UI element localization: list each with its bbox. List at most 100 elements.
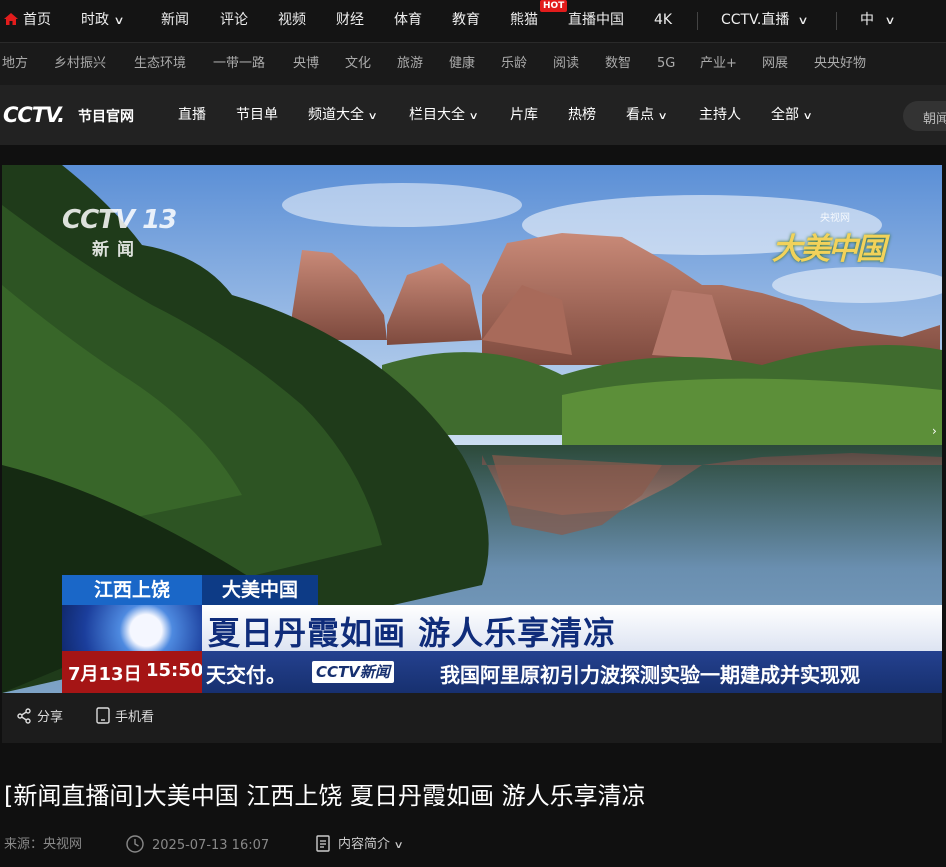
video-headline: 夏日丹霞如画 游人乐享清凉	[208, 614, 617, 652]
subnav-item[interactable]: 网展	[762, 43, 788, 85]
hot-badge: HOT	[540, 0, 568, 12]
brand-nav-hot[interactable]: 热榜	[568, 85, 596, 145]
content-intro-label: 内容简介	[338, 837, 391, 852]
nav-item-label: 首页	[23, 12, 51, 28]
chevron-down-icon: ∨	[367, 111, 378, 122]
brand-nav-all[interactable]: 全部 ∨	[771, 85, 813, 147]
source-label: 来源：央视网	[4, 837, 83, 852]
chevron-down-icon: ∨	[113, 14, 125, 27]
nav-item-cctv-live[interactable]: CCTV.直播 ∨	[721, 0, 810, 42]
ticker-text-left: 天交付。	[206, 663, 286, 687]
chevron-down-icon: ∨	[802, 111, 813, 122]
nav-item-label: 时政	[81, 12, 109, 28]
share-icon	[17, 708, 31, 724]
nav-item-panda[interactable]: 熊猫	[510, 0, 538, 42]
subnav-item[interactable]: 旅游	[397, 43, 423, 85]
publish-time: 2025-07-13 16:07	[126, 835, 269, 856]
document-icon	[316, 835, 330, 852]
channel-watermark-logo: CCTV 13	[62, 205, 177, 235]
page-title: [新闻直播间]大美中国 江西上饶 夏日丹霞如画 游人乐享清凉	[4, 782, 646, 810]
content-intro-toggle[interactable]: 内容简介 ∨	[316, 835, 404, 856]
language-switch[interactable]: 中 ∨	[860, 0, 896, 42]
nav-item-finance[interactable]: 财经	[336, 0, 364, 42]
brand-nav-schedule[interactable]: 节目单	[236, 85, 278, 145]
chevron-down-icon: ∨	[797, 14, 810, 27]
nav-item-home[interactable]: 首页	[4, 0, 51, 42]
home-icon	[4, 13, 18, 25]
nav-item-comment[interactable]: 评论	[220, 0, 248, 42]
nav-item-live-china[interactable]: 直播中国	[568, 0, 624, 42]
subnav-item[interactable]: 数智	[605, 43, 631, 85]
subnav-item[interactable]: 5G	[657, 43, 675, 85]
nav-item-video[interactable]: 视频	[278, 0, 306, 42]
site-watermark: 央视网	[820, 213, 850, 224]
brand-nav-label: 频道大全	[308, 107, 364, 123]
brand-nav-label: 全部	[771, 107, 799, 123]
clock-box: 7月13日 15:50	[62, 651, 204, 693]
news-lower-third: 江西上饶 大美中国 夏日丹霞如画 游人乐享清凉 7月13日 15:50 天交付。…	[62, 575, 942, 693]
nav-item-sports[interactable]: 体育	[394, 0, 422, 42]
subnav-item[interactable]: 健康	[449, 43, 475, 85]
subnav-item[interactable]: 一带一路	[213, 43, 265, 85]
clock-icon	[126, 835, 144, 853]
top-nav: 首页 时政 ∨ 新闻 评论 视频 财经 体育 教育 熊猫 HOT 直播中国 4K …	[0, 0, 946, 43]
subnav-item[interactable]: 乐龄	[501, 43, 527, 85]
video-player: CCTV 13 新闻 央视网 大美中国 › 江西上饶 大美中国 夏日丹霞如画 游…	[2, 165, 942, 743]
nav-item-label: CCTV.直播	[721, 12, 790, 28]
location-tag: 江西上饶	[62, 575, 202, 605]
headline-bar: 夏日丹霞如画 游人乐享清凉	[202, 605, 942, 652]
search-input[interactable]: 朝闻	[903, 101, 946, 131]
nav-item-education[interactable]: 教育	[452, 0, 480, 42]
subnav-item[interactable]: 央央好物	[814, 43, 866, 85]
nav-item-4k[interactable]: 4K	[654, 0, 672, 42]
subnav-item[interactable]: 阅读	[553, 43, 579, 85]
brand-nav-highlights[interactable]: 看点 ∨	[626, 85, 668, 147]
cctv-logo[interactable]: CCTV.	[3, 103, 65, 127]
chevron-down-icon: ∨	[884, 14, 896, 27]
brand-bar: CCTV. 节目官网 直播 节目单 频道大全 ∨ 栏目大全 ∨ 片库 热榜 看点 ∨ …	[0, 85, 946, 145]
broadcast-date: 7月13日	[68, 664, 142, 685]
language-label: 中	[860, 12, 874, 28]
brand-nav-label: 栏目大全	[409, 107, 465, 123]
subnav-item[interactable]: 地方	[2, 43, 28, 85]
search-placeholder: 朝闻	[923, 112, 946, 127]
channel-watermark-name: 新闻	[92, 240, 142, 260]
program-tag: 大美中国	[202, 575, 318, 605]
program-watermark: 央视网 大美中国	[772, 209, 886, 268]
logo-subtitle[interactable]: 节目官网	[78, 106, 134, 126]
mobile-watch-button[interactable]: 手机看	[96, 693, 154, 743]
broadcast-time: 15:50	[146, 660, 204, 681]
chevron-down-icon: ∨	[657, 111, 668, 122]
channel-watermark: CCTV 13 新闻	[62, 205, 177, 260]
mobile-icon	[96, 707, 110, 724]
subnav-item[interactable]: 生态环境	[134, 43, 186, 85]
brand-nav-columns[interactable]: 栏目大全 ∨	[409, 85, 479, 147]
program-watermark-title: 大美中国	[772, 232, 886, 267]
globe-icon	[62, 605, 202, 651]
mobile-label: 手机看	[115, 710, 155, 725]
brand-nav-channels[interactable]: 频道大全 ∨	[308, 85, 378, 147]
sub-nav: 地方 乡村振兴 生态环境 一带一路 央博 文化 旅游 健康 乐龄 阅读 数智 5…	[0, 43, 946, 85]
share-label: 分享	[37, 710, 64, 725]
share-button[interactable]: 分享	[16, 693, 63, 743]
subnav-item[interactable]: 央博	[293, 43, 319, 85]
subnav-item[interactable]: 乡村振兴	[54, 43, 106, 85]
chevron-down-icon: ∨	[468, 111, 479, 122]
publish-datetime: 2025-07-13 16:07	[152, 838, 270, 853]
brand-nav-hosts[interactable]: 主持人	[699, 85, 741, 145]
brand-nav-live[interactable]: 直播	[178, 85, 206, 145]
brand-nav-label: 看点	[626, 107, 654, 123]
nav-divider	[836, 12, 837, 30]
video-frame[interactable]: CCTV 13 新闻 央视网 大美中国 › 江西上饶 大美中国 夏日丹霞如画 游…	[2, 165, 942, 693]
player-controls: 分享 手机看	[2, 693, 942, 743]
subnav-item[interactable]: 产业+	[700, 43, 737, 85]
nav-item-news[interactable]: 新闻	[161, 0, 189, 42]
ticker-logo: CCTV新闻	[312, 661, 394, 683]
chevron-down-icon: ∨	[393, 840, 404, 851]
nav-divider	[697, 12, 698, 30]
chevron-right-icon[interactable]: ›	[932, 423, 942, 439]
news-ticker: 天交付。 CCTV新闻 我国阿里原初引力波探测实验一期建成并实现观	[202, 651, 942, 693]
subnav-item[interactable]: 文化	[345, 43, 371, 85]
nav-item-politics[interactable]: 时政 ∨	[81, 0, 125, 42]
brand-nav-library[interactable]: 片库	[510, 85, 538, 145]
